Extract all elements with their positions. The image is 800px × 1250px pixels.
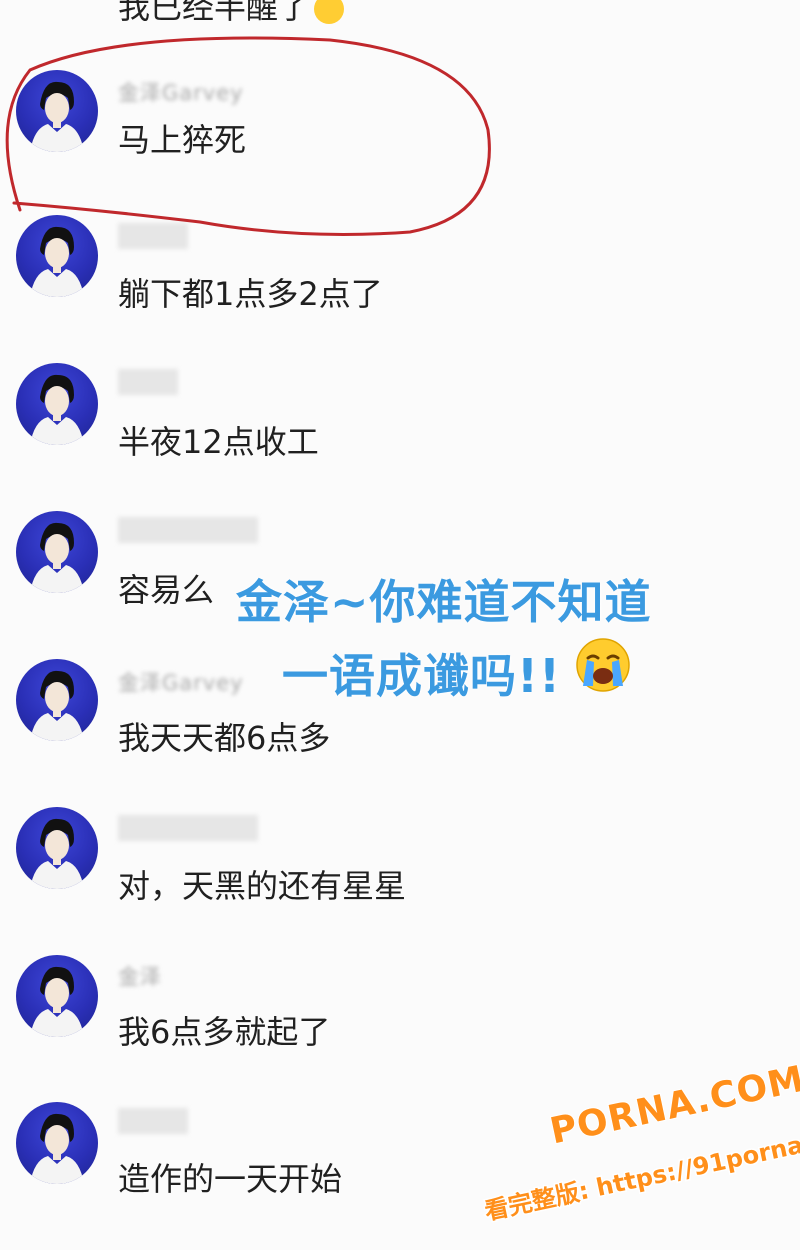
person-icon [30, 670, 84, 741]
comment-item[interactable]: 躺下都1点多2点了 [0, 205, 800, 355]
comment-username[interactable] [118, 223, 188, 249]
comment-text: 对，天黑的还有星星 [118, 867, 407, 905]
person-icon [30, 374, 84, 445]
comment-text: 我6点多就起了 [118, 1013, 331, 1051]
comment-text: 躺下都1点多2点了 [118, 275, 383, 313]
comment-item[interactable]: 金泽Garvey 马上猝死 [0, 55, 800, 205]
user-avatar[interactable] [16, 659, 98, 741]
person-icon [30, 818, 84, 889]
comment-item[interactable]: 金泽 我6点多就起了 [0, 955, 800, 1105]
comment-username[interactable] [118, 517, 258, 543]
comment-item[interactable]: 半夜12点收工 [0, 355, 800, 505]
user-avatar[interactable] [16, 807, 98, 889]
comment-text: 我天天都6点多 [118, 719, 331, 757]
user-avatar[interactable] [16, 511, 98, 593]
comment-username[interactable] [118, 369, 178, 395]
user-avatar[interactable] [16, 363, 98, 445]
comment-username[interactable] [118, 1108, 188, 1134]
comment-text: 马上猝死 [118, 121, 247, 159]
person-icon [30, 522, 84, 593]
person-icon [30, 1113, 84, 1184]
partial-comment-label: 我已经半醒了 [118, 0, 311, 26]
crying-face-icon [576, 638, 630, 692]
comment-username[interactable]: 金泽Garvey [118, 77, 244, 105]
user-avatar[interactable] [16, 70, 98, 152]
comment-username[interactable]: 金泽Garvey [118, 667, 244, 695]
user-avatar[interactable] [16, 955, 98, 1037]
comment-username[interactable] [118, 815, 258, 841]
user-avatar[interactable] [16, 215, 98, 297]
comment-username[interactable]: 金泽 [118, 961, 162, 989]
overlay-caption-line1: 金泽~你难道不知道 [236, 575, 652, 629]
comment-text: 造作的一天开始 [118, 1160, 343, 1198]
crying-emoji-icon [314, 0, 345, 24]
person-icon [30, 81, 84, 152]
comment-text: 容易么 [118, 571, 215, 609]
person-icon [30, 226, 84, 297]
person-icon [30, 966, 84, 1037]
partial-comment-text: 我已经半醒了 [118, 0, 345, 28]
overlay-caption-line2: 一语成谶吗!! [282, 649, 561, 703]
comment-item[interactable]: 对，天黑的还有星星 [0, 805, 800, 955]
comment-text: 半夜12点收工 [118, 423, 319, 461]
user-avatar[interactable] [16, 1102, 98, 1184]
